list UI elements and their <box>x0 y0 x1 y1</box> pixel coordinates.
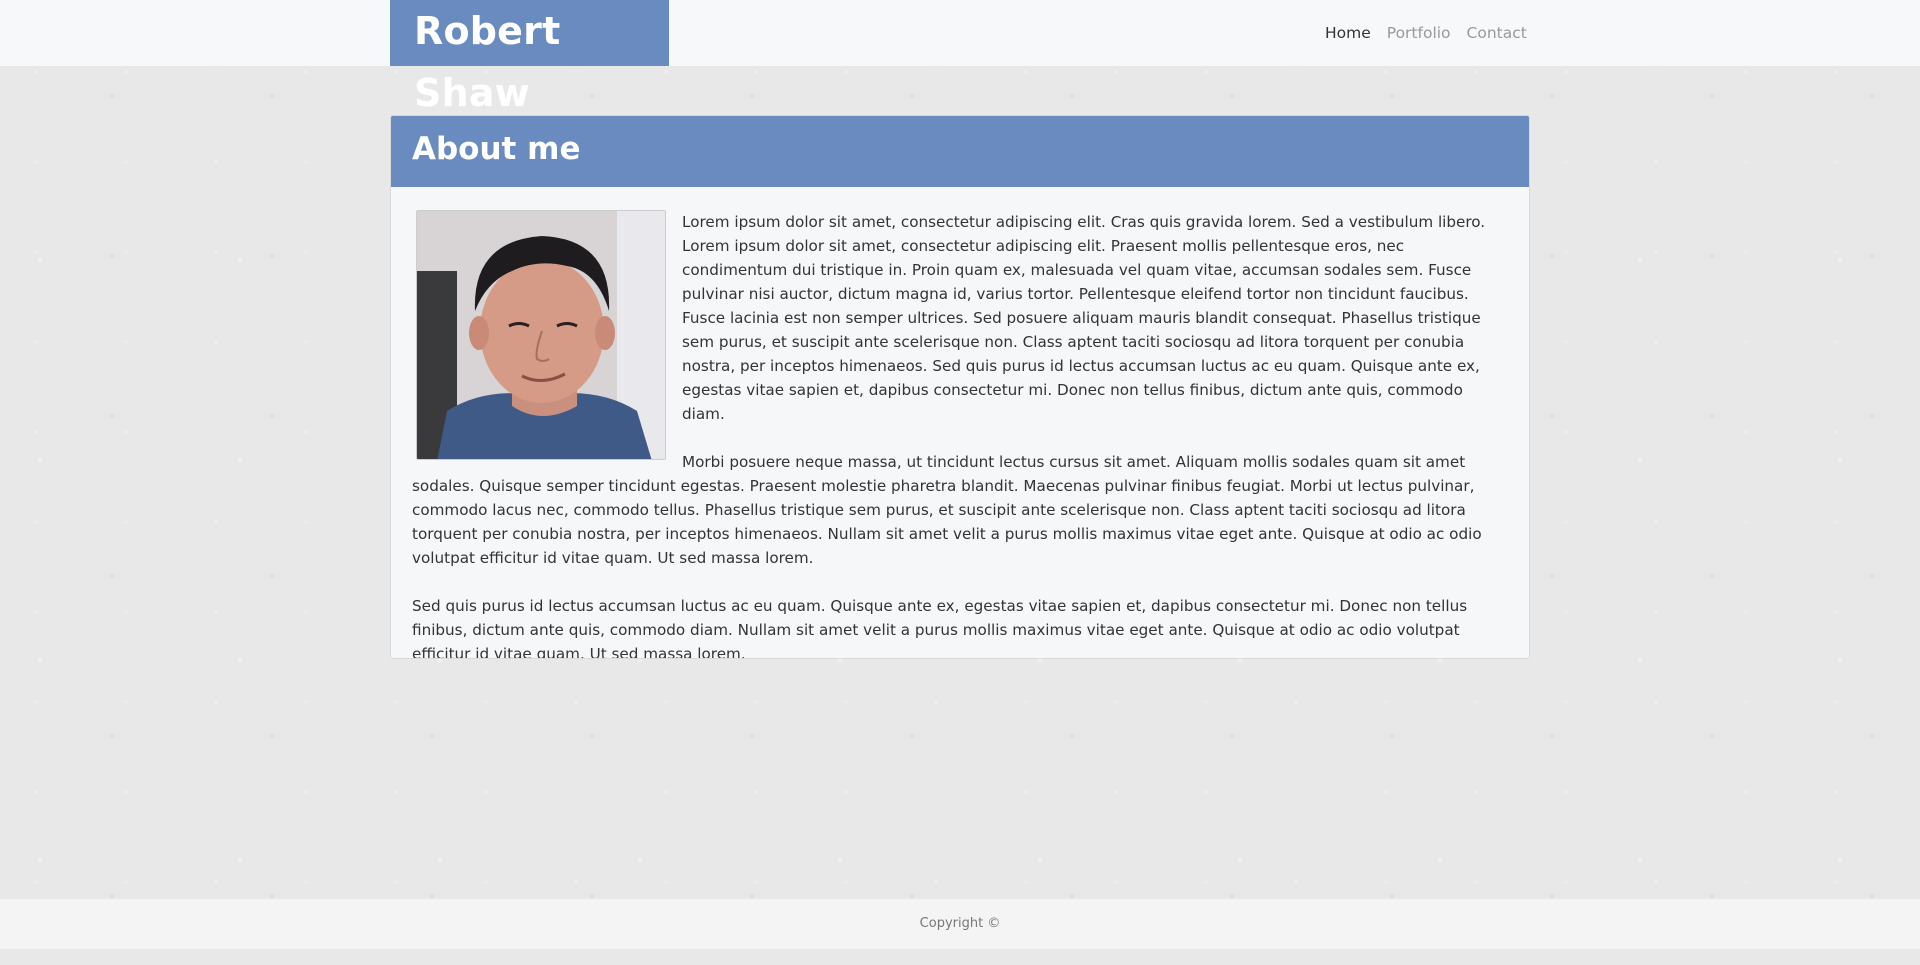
about-paragraph-2: Morbi posuere neque massa, ut tincidunt … <box>412 453 1482 567</box>
footer: Copyright © <box>0 899 1920 949</box>
nav-links: Home Portfolio Contact <box>1325 0 1527 66</box>
site-brand[interactable]: Robert Shaw <box>390 0 669 115</box>
profile-photo <box>416 210 666 460</box>
nav-link-portfolio[interactable]: Portfolio <box>1387 24 1451 42</box>
navbar: Robert Shaw Home Portfolio Contact <box>0 0 1920 115</box>
nav-link-home[interactable]: Home <box>1325 24 1371 42</box>
copyright-text: Copyright © <box>919 916 1001 931</box>
nav-link-contact[interactable]: Contact <box>1467 24 1527 42</box>
about-title: About me <box>391 116 1529 187</box>
about-body: Lorem ipsum dolor sit amet, consectetur … <box>391 187 1529 659</box>
about-paragraph-3: Sed quis purus id lectus accumsan luctus… <box>412 597 1468 659</box>
about-panel: About me Lorem ipsum dolor sit amet, con… <box>390 115 1530 659</box>
portrait-image <box>417 211 665 459</box>
